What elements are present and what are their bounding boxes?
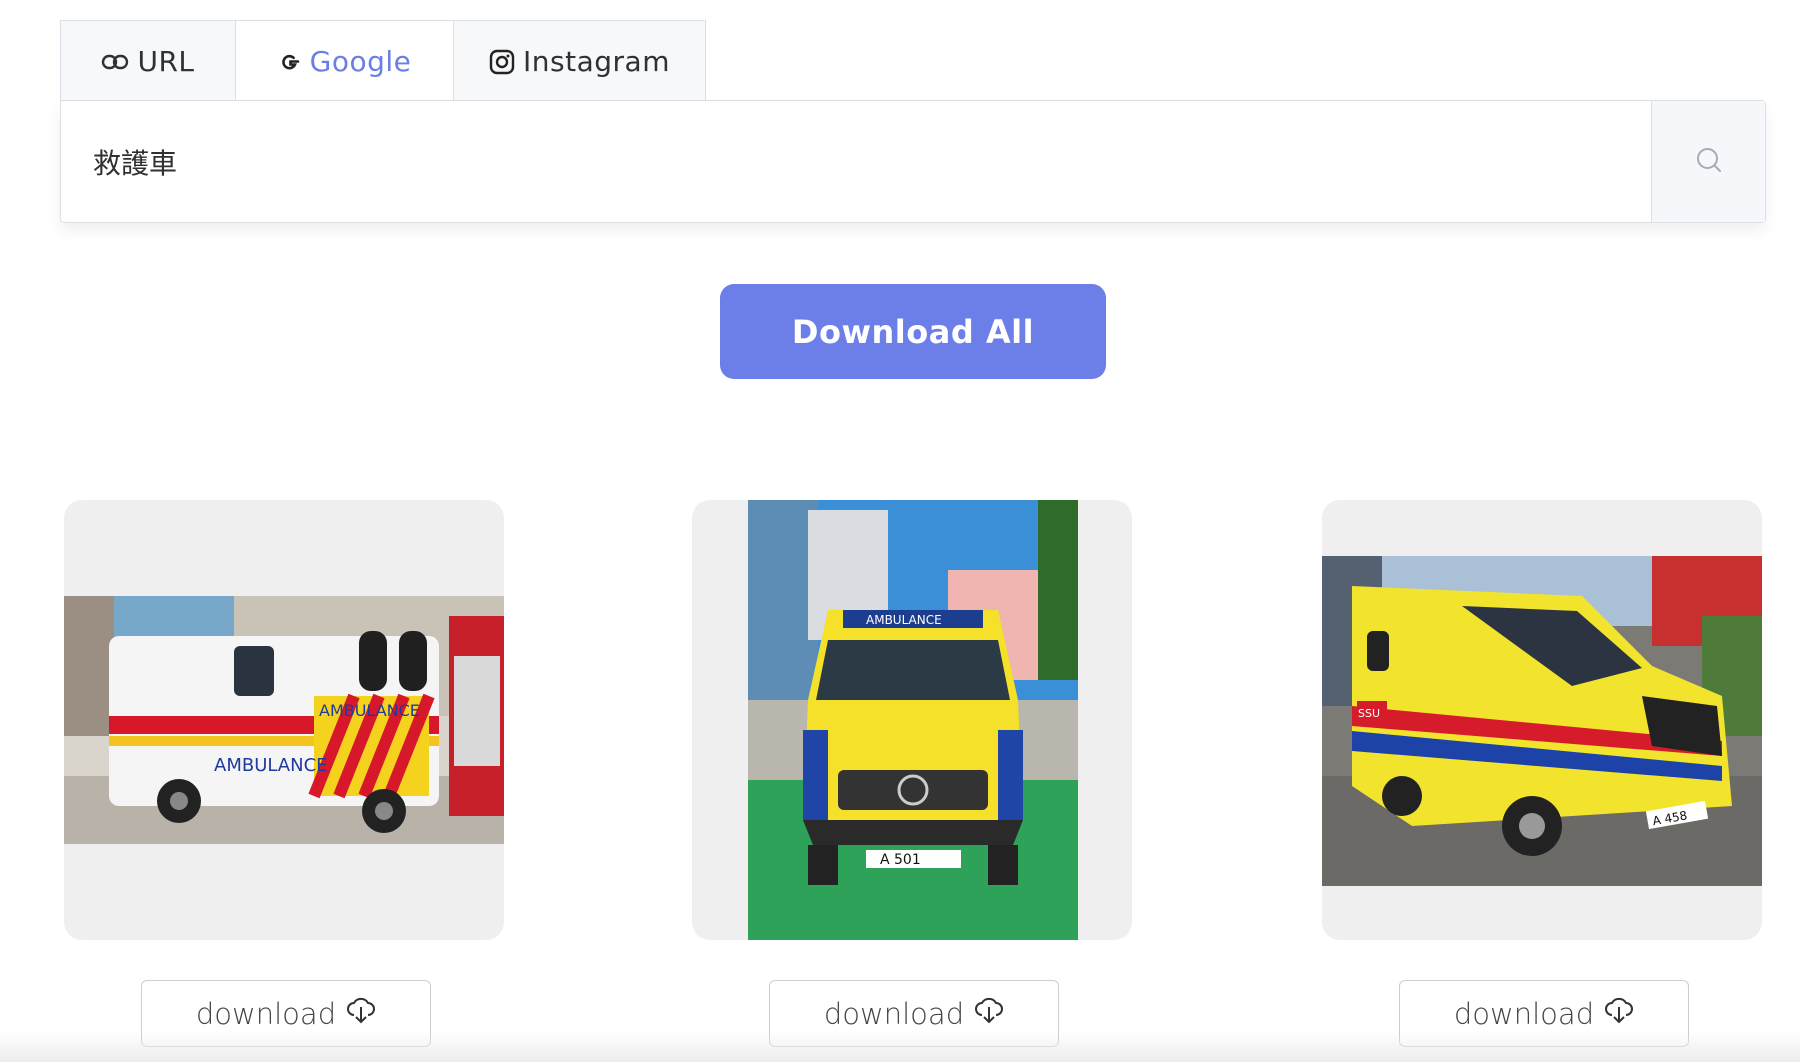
download-label: download xyxy=(1453,996,1595,1031)
svg-text:AMBULANCE: AMBULANCE xyxy=(319,701,420,720)
search-button[interactable] xyxy=(1651,101,1765,222)
result-image-1[interactable]: AMBULANCE AMBULANCE xyxy=(64,596,504,844)
svg-text:AMBULANCE: AMBULANCE xyxy=(866,613,942,627)
svg-text:A 501: A 501 xyxy=(880,852,921,868)
link-icon xyxy=(101,52,129,72)
result-card-1: AMBULANCE AMBULANCE xyxy=(64,500,504,940)
search-input[interactable] xyxy=(61,101,1651,222)
search-box xyxy=(60,100,1766,223)
tab-instagram[interactable]: Instagram xyxy=(454,20,706,102)
result-image-3[interactable]: SSU A 458 xyxy=(1322,556,1762,886)
tab-url[interactable]: URL xyxy=(60,20,236,102)
result-image-2[interactable]: AMBULANCE A 501 xyxy=(748,500,1078,940)
instagram-icon xyxy=(489,49,515,75)
tab-instagram-label: Instagram xyxy=(523,45,670,78)
source-tabs: URL Google Instagram xyxy=(60,20,706,102)
tab-url-label: URL xyxy=(137,45,195,78)
cloud-download-icon xyxy=(974,995,1004,1032)
tab-google[interactable]: Google xyxy=(236,20,454,102)
result-card-3: SSU A 458 xyxy=(1322,500,1762,940)
cloud-download-icon xyxy=(346,995,376,1032)
cloud-download-icon xyxy=(1604,995,1634,1032)
search-icon xyxy=(1695,146,1723,177)
svg-text:AMBULANCE: AMBULANCE xyxy=(214,755,328,776)
svg-text:SSU: SSU xyxy=(1358,707,1380,720)
page: URL Google Instagram 救護車 Download All AM… xyxy=(0,0,1800,1062)
result-card-2: AMBULANCE A 501 xyxy=(692,500,1132,940)
download-label: download xyxy=(195,996,337,1031)
download-all-button[interactable]: Download All xyxy=(720,284,1106,379)
google-icon xyxy=(278,50,302,74)
tab-google-label: Google xyxy=(309,45,412,78)
bottom-fade xyxy=(0,1032,1800,1062)
download-label: download xyxy=(823,996,965,1031)
